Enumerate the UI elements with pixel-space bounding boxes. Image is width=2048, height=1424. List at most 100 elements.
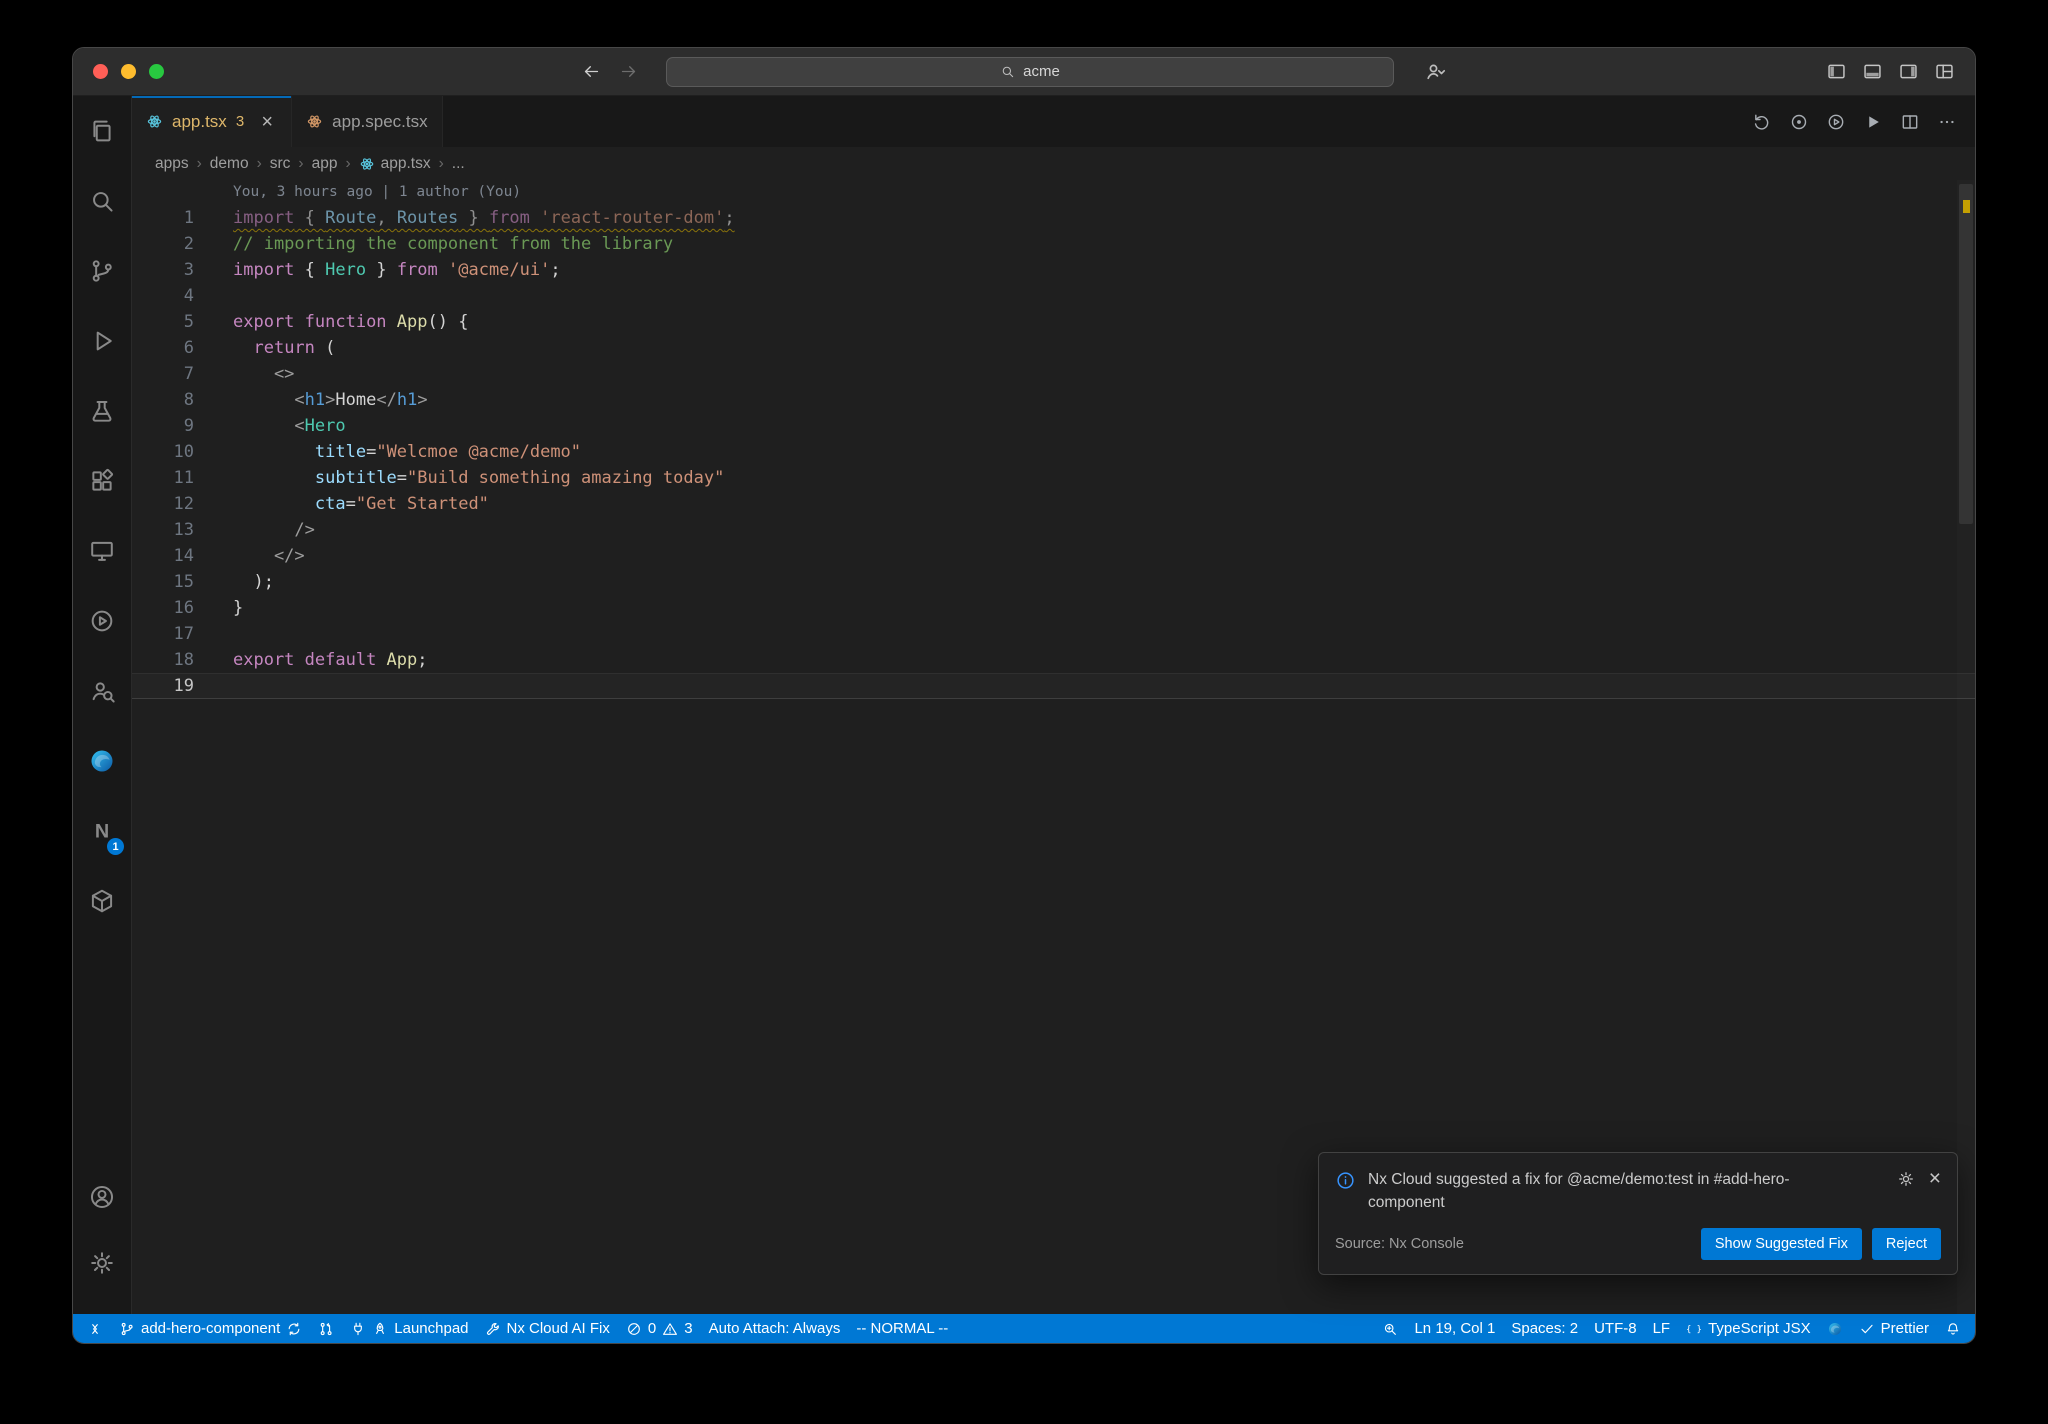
statusbar-browser-indicator[interactable] [1819,1314,1851,1343]
activity-item-extensions[interactable] [73,446,131,516]
line-number[interactable]: 4 [132,283,194,309]
line-number[interactable]: 10 [132,439,194,465]
code-line-16[interactable]: 16} [132,595,1975,621]
activity-item-source-control[interactable] [73,236,131,306]
code-line-6[interactable]: 6 return ( [132,335,1975,361]
profile-menu-icon[interactable] [1420,60,1452,84]
run-file-icon[interactable] [1863,112,1883,132]
activity-item-search[interactable] [73,166,131,236]
run-preview-icon[interactable] [1826,112,1846,132]
code-line-7[interactable]: 7 <> [132,361,1975,387]
close-window-button[interactable] [93,64,108,79]
code-line-2[interactable]: 2 // importing the component from the lib… [132,231,1975,257]
statusbar-screencast-zoom[interactable] [1374,1314,1406,1343]
tab-app.tsx[interactable]: app.tsx 3 × [132,96,293,147]
statusbar-git-branch[interactable]: add-hero-component [111,1314,310,1343]
line-number[interactable]: 15 [132,569,194,595]
code-line-18[interactable]: 18 export default App; [132,647,1975,673]
toggle-panel-icon[interactable] [1862,61,1883,82]
scrollbar-thumb[interactable] [1959,184,1973,524]
activity-item-nx-console[interactable]: N1 [73,796,131,866]
activity-item-gitlens[interactable] [73,656,131,726]
notification-settings-icon[interactable] [1897,1170,1915,1188]
line-number[interactable]: 1 [132,205,194,231]
statusbar-problems[interactable]: 03 [618,1314,701,1343]
activity-item-live-preview[interactable] [73,586,131,656]
code-line-9[interactable]: 9 <Hero [132,413,1975,439]
minimize-window-button[interactable] [121,64,136,79]
more-actions-icon[interactable] [1937,112,1957,132]
statusbar-git-compare[interactable] [310,1314,342,1343]
code-line-3[interactable]: 3 import { Hero } from '@acme/ui'; [132,257,1975,283]
activity-item-manage-settings[interactable] [73,1230,131,1296]
activity-item-run-and-debug[interactable] [73,306,131,376]
code-line-12[interactable]: 12 cta="Get Started" [132,491,1975,517]
breadcrumb-file[interactable]: app.tsx [359,155,431,173]
code-line-15[interactable]: 15 ); [132,569,1975,595]
statusbar-encoding[interactable]: UTF-8 [1586,1314,1645,1343]
line-number[interactable]: 17 [132,621,194,647]
code-line-1[interactable]: 1 import { Route, Routes } from 'react-ro… [132,205,1975,231]
line-number[interactable]: 13 [132,517,194,543]
line-number[interactable]: 11 [132,465,194,491]
toggle-symbol-icon[interactable] [1789,112,1809,132]
line-number[interactable]: 18 [132,647,194,673]
split-editor-icon[interactable] [1900,112,1920,132]
activity-item-testing[interactable] [73,376,131,446]
scrollbar[interactable] [1957,180,1975,1314]
notification-close-icon[interactable]: × [1929,1168,1941,1189]
title-bar[interactable]: acme [73,48,1975,96]
breadcrumb-item-app[interactable]: app [312,155,338,173]
line-number[interactable]: 9 [132,413,194,439]
breadcrumb-item-src[interactable]: src [270,155,291,173]
activity-item-edge-browser[interactable] [73,726,131,796]
code-line-8[interactable]: 8 <h1>Home</h1> [132,387,1975,413]
line-number[interactable]: 2 [132,231,194,257]
toggle-secondary-sidebar-icon[interactable] [1898,61,1919,82]
go-forward-icon[interactable] [619,62,638,81]
code-line-11[interactable]: 11 subtitle="Build something amazing tod… [132,465,1975,491]
activity-item-explorer[interactable] [73,96,131,166]
statusbar-language-mode[interactable]: { } TypeScript JSX [1678,1314,1819,1343]
activity-item-accounts[interactable] [73,1164,131,1230]
zoom-window-button[interactable] [149,64,164,79]
code-line-17[interactable]: 17 [132,621,1975,647]
line-number[interactable]: 14 [132,543,194,569]
open-changes-icon[interactable] [1752,112,1772,132]
activity-item-package-explorer[interactable] [73,866,131,936]
statusbar-launchpad[interactable]: Launchpad [342,1314,476,1343]
code-line-4[interactable]: 4 [132,283,1975,309]
code-line-19[interactable]: 19 [132,673,1975,699]
line-number[interactable]: 5 [132,309,194,335]
statusbar-nx-cloud-ai-fix[interactable]: Nx Cloud AI Fix [477,1314,618,1343]
breadcrumb-tail[interactable]: ... [452,155,465,173]
line-number[interactable]: 3 [132,257,194,283]
line-number[interactable]: 6 [132,335,194,361]
statusbar-remote-indicator[interactable] [79,1314,111,1343]
code-line-14[interactable]: 14 </> [132,543,1975,569]
code-line-13[interactable]: 13 /> [132,517,1975,543]
go-back-icon[interactable] [582,62,601,81]
line-number[interactable]: 7 [132,361,194,387]
command-center-search[interactable]: acme [666,56,1394,87]
statusbar-indentation[interactable]: Spaces: 2 [1503,1314,1586,1343]
statusbar-cursor-position[interactable]: Ln 19, Col 1 [1406,1314,1503,1343]
line-number[interactable]: 16 [132,595,194,621]
activity-item-remote-explorer[interactable] [73,516,131,586]
customize-layout-icon[interactable] [1934,61,1955,82]
show-suggested-fix-button[interactable]: Show Suggested Fix [1700,1228,1862,1260]
reject-button[interactable]: Reject [1871,1228,1941,1260]
line-number[interactable]: 19 [132,673,194,699]
statusbar-notifications-bell[interactable] [1937,1314,1969,1343]
statusbar-auto-attach[interactable]: Auto Attach: Always [701,1314,849,1343]
code-editor[interactable]: You, 3 hours ago | 1 author (You) 1 impor… [132,180,1975,1314]
breadcrumb-item-demo[interactable]: demo [210,155,249,173]
code-line-5[interactable]: 5 export function App() { [132,309,1975,335]
statusbar-eol[interactable]: LF [1645,1314,1679,1343]
close-icon[interactable]: × [257,112,277,132]
line-number[interactable]: 12 [132,491,194,517]
toggle-primary-sidebar-icon[interactable] [1826,61,1847,82]
tab-app.spec.tsx[interactable]: app.spec.tsx [292,96,443,147]
statusbar-vim-mode[interactable]: -- NORMAL -- [848,1314,956,1343]
line-number[interactable]: 8 [132,387,194,413]
